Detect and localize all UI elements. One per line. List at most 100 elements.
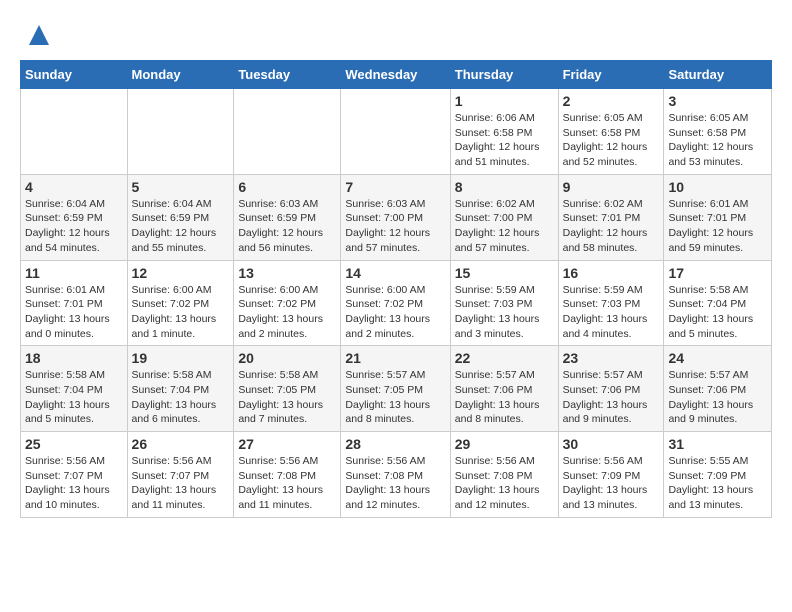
day-info: Sunrise: 6:01 AM Sunset: 7:01 PM Dayligh… [668, 197, 767, 256]
day-number: 25 [25, 436, 123, 452]
day-info: Sunrise: 5:55 AM Sunset: 7:09 PM Dayligh… [668, 454, 767, 513]
day-cell: 28 Sunrise: 5:56 AM Sunset: 7:08 PM Dayli… [341, 432, 450, 518]
week-row-2: 4 Sunrise: 6:04 AM Sunset: 6:59 PM Daylig… [21, 174, 772, 260]
day-info: Sunrise: 5:58 AM Sunset: 7:04 PM Dayligh… [668, 283, 767, 342]
day-cell: 10 Sunrise: 6:01 AM Sunset: 7:01 PM Dayli… [664, 174, 772, 260]
day-number: 16 [563, 265, 660, 281]
header-monday: Monday [127, 61, 234, 89]
day-cell: 9 Sunrise: 6:02 AM Sunset: 7:01 PM Daylig… [558, 174, 664, 260]
day-cell: 5 Sunrise: 6:04 AM Sunset: 6:59 PM Daylig… [127, 174, 234, 260]
day-info: Sunrise: 6:00 AM Sunset: 7:02 PM Dayligh… [345, 283, 445, 342]
day-number: 20 [238, 350, 336, 366]
day-number: 13 [238, 265, 336, 281]
day-number: 9 [563, 179, 660, 195]
week-row-4: 18Sunrise: 5:58 AM Sunset: 7:04 PM Dayli… [21, 346, 772, 432]
day-cell: 7 Sunrise: 6:03 AM Sunset: 7:00 PM Daylig… [341, 174, 450, 260]
day-number: 3 [668, 93, 767, 109]
day-number: 18 [25, 350, 123, 366]
day-info: Sunrise: 6:04 AM Sunset: 6:59 PM Dayligh… [132, 197, 230, 256]
day-number: 12 [132, 265, 230, 281]
day-number: 19 [132, 350, 230, 366]
day-info: Sunrise: 6:02 AM Sunset: 7:00 PM Dayligh… [455, 197, 554, 256]
day-cell: 1Sunrise: 6:06 AM Sunset: 6:58 PM Daylig… [450, 89, 558, 175]
day-number: 26 [132, 436, 230, 452]
header-saturday: Saturday [664, 61, 772, 89]
day-number: 27 [238, 436, 336, 452]
day-number: 29 [455, 436, 554, 452]
day-cell: 4 Sunrise: 6:04 AM Sunset: 6:59 PM Daylig… [21, 174, 128, 260]
day-cell: 17 Sunrise: 5:58 AM Sunset: 7:04 PM Dayli… [664, 260, 772, 346]
day-cell: 26 Sunrise: 5:56 AM Sunset: 7:07 PM Dayli… [127, 432, 234, 518]
day-cell: 16 Sunrise: 5:59 AM Sunset: 7:03 PM Dayli… [558, 260, 664, 346]
day-info: Sunrise: 6:01 AM Sunset: 7:01 PM Dayligh… [25, 283, 123, 342]
week-row-1: 1Sunrise: 6:06 AM Sunset: 6:58 PM Daylig… [21, 89, 772, 175]
day-cell: 6Sunrise: 6:03 AM Sunset: 6:59 PM Daylig… [234, 174, 341, 260]
day-cell: 11Sunrise: 6:01 AM Sunset: 7:01 PM Dayli… [21, 260, 128, 346]
day-cell: 25 Sunrise: 5:56 AM Sunset: 7:07 PM Dayli… [21, 432, 128, 518]
day-info: Sunrise: 5:57 AM Sunset: 7:06 PM Dayligh… [563, 368, 660, 427]
day-info: Sunrise: 5:56 AM Sunset: 7:07 PM Dayligh… [132, 454, 230, 513]
day-cell: 13 Sunrise: 6:00 AM Sunset: 7:02 PM Dayli… [234, 260, 341, 346]
day-number: 6 [238, 179, 336, 195]
day-cell: 29 Sunrise: 5:56 AM Sunset: 7:08 PM Dayli… [450, 432, 558, 518]
logo [20, 20, 54, 50]
day-number: 8 [455, 179, 554, 195]
day-info: Sunrise: 5:59 AM Sunset: 7:03 PM Dayligh… [455, 283, 554, 342]
day-info: Sunrise: 5:57 AM Sunset: 7:05 PM Dayligh… [345, 368, 445, 427]
day-info: Sunrise: 5:56 AM Sunset: 7:08 PM Dayligh… [345, 454, 445, 513]
day-cell: 8 Sunrise: 6:02 AM Sunset: 7:00 PM Daylig… [450, 174, 558, 260]
day-info: Sunrise: 6:05 AM Sunset: 6:58 PM Dayligh… [668, 111, 767, 170]
day-info: Sunrise: 6:05 AM Sunset: 6:58 PM Dayligh… [563, 111, 660, 170]
day-cell: 27 Sunrise: 5:56 AM Sunset: 7:08 PM Dayli… [234, 432, 341, 518]
day-cell: 20 Sunrise: 5:58 AM Sunset: 7:05 PM Dayli… [234, 346, 341, 432]
day-cell: 19Sunrise: 5:58 AM Sunset: 7:04 PM Dayli… [127, 346, 234, 432]
day-info: Sunrise: 5:56 AM Sunset: 7:08 PM Dayligh… [455, 454, 554, 513]
day-number: 28 [345, 436, 445, 452]
day-info: Sunrise: 5:59 AM Sunset: 7:03 PM Dayligh… [563, 283, 660, 342]
day-number: 10 [668, 179, 767, 195]
day-number: 30 [563, 436, 660, 452]
header-row: SundayMondayTuesdayWednesdayThursdayFrid… [21, 61, 772, 89]
day-info: Sunrise: 6:04 AM Sunset: 6:59 PM Dayligh… [25, 197, 123, 256]
day-cell [234, 89, 341, 175]
day-number: 4 [25, 179, 123, 195]
week-row-3: 11Sunrise: 6:01 AM Sunset: 7:01 PM Dayli… [21, 260, 772, 346]
week-row-5: 25 Sunrise: 5:56 AM Sunset: 7:07 PM Dayli… [21, 432, 772, 518]
day-cell: 18Sunrise: 5:58 AM Sunset: 7:04 PM Dayli… [21, 346, 128, 432]
day-cell: 12 Sunrise: 6:00 AM Sunset: 7:02 PM Dayli… [127, 260, 234, 346]
header-sunday: Sunday [21, 61, 128, 89]
day-info: Sunrise: 6:06 AM Sunset: 6:58 PM Dayligh… [455, 111, 554, 170]
day-info: Sunrise: 6:03 AM Sunset: 7:00 PM Dayligh… [345, 197, 445, 256]
day-info: Sunrise: 5:56 AM Sunset: 7:08 PM Dayligh… [238, 454, 336, 513]
page-header [20, 20, 772, 50]
day-info: Sunrise: 6:02 AM Sunset: 7:01 PM Dayligh… [563, 197, 660, 256]
day-cell: 24Sunrise: 5:57 AM Sunset: 7:06 PM Dayli… [664, 346, 772, 432]
day-number: 7 [345, 179, 445, 195]
day-cell: 21 Sunrise: 5:57 AM Sunset: 7:05 PM Dayli… [341, 346, 450, 432]
calendar-table: SundayMondayTuesdayWednesdayThursdayFrid… [20, 60, 772, 518]
day-cell [127, 89, 234, 175]
day-info: Sunrise: 5:56 AM Sunset: 7:07 PM Dayligh… [25, 454, 123, 513]
day-cell: 15Sunrise: 5:59 AM Sunset: 7:03 PM Dayli… [450, 260, 558, 346]
day-info: Sunrise: 5:57 AM Sunset: 7:06 PM Dayligh… [455, 368, 554, 427]
logo-icon [24, 20, 54, 50]
day-cell: 2Sunrise: 6:05 AM Sunset: 6:58 PM Daylig… [558, 89, 664, 175]
day-cell: 3 Sunrise: 6:05 AM Sunset: 6:58 PM Daylig… [664, 89, 772, 175]
header-thursday: Thursday [450, 61, 558, 89]
day-number: 17 [668, 265, 767, 281]
day-info: Sunrise: 5:56 AM Sunset: 7:09 PM Dayligh… [563, 454, 660, 513]
day-number: 22 [455, 350, 554, 366]
day-number: 24 [668, 350, 767, 366]
day-number: 21 [345, 350, 445, 366]
day-cell: 14 Sunrise: 6:00 AM Sunset: 7:02 PM Dayli… [341, 260, 450, 346]
day-info: Sunrise: 6:00 AM Sunset: 7:02 PM Dayligh… [132, 283, 230, 342]
day-info: Sunrise: 6:00 AM Sunset: 7:02 PM Dayligh… [238, 283, 336, 342]
header-wednesday: Wednesday [341, 61, 450, 89]
day-cell [21, 89, 128, 175]
day-number: 14 [345, 265, 445, 281]
day-cell: 31Sunrise: 5:55 AM Sunset: 7:09 PM Dayli… [664, 432, 772, 518]
day-info: Sunrise: 5:58 AM Sunset: 7:05 PM Dayligh… [238, 368, 336, 427]
day-number: 5 [132, 179, 230, 195]
day-number: 23 [563, 350, 660, 366]
calendar-header: SundayMondayTuesdayWednesdayThursdayFrid… [21, 61, 772, 89]
